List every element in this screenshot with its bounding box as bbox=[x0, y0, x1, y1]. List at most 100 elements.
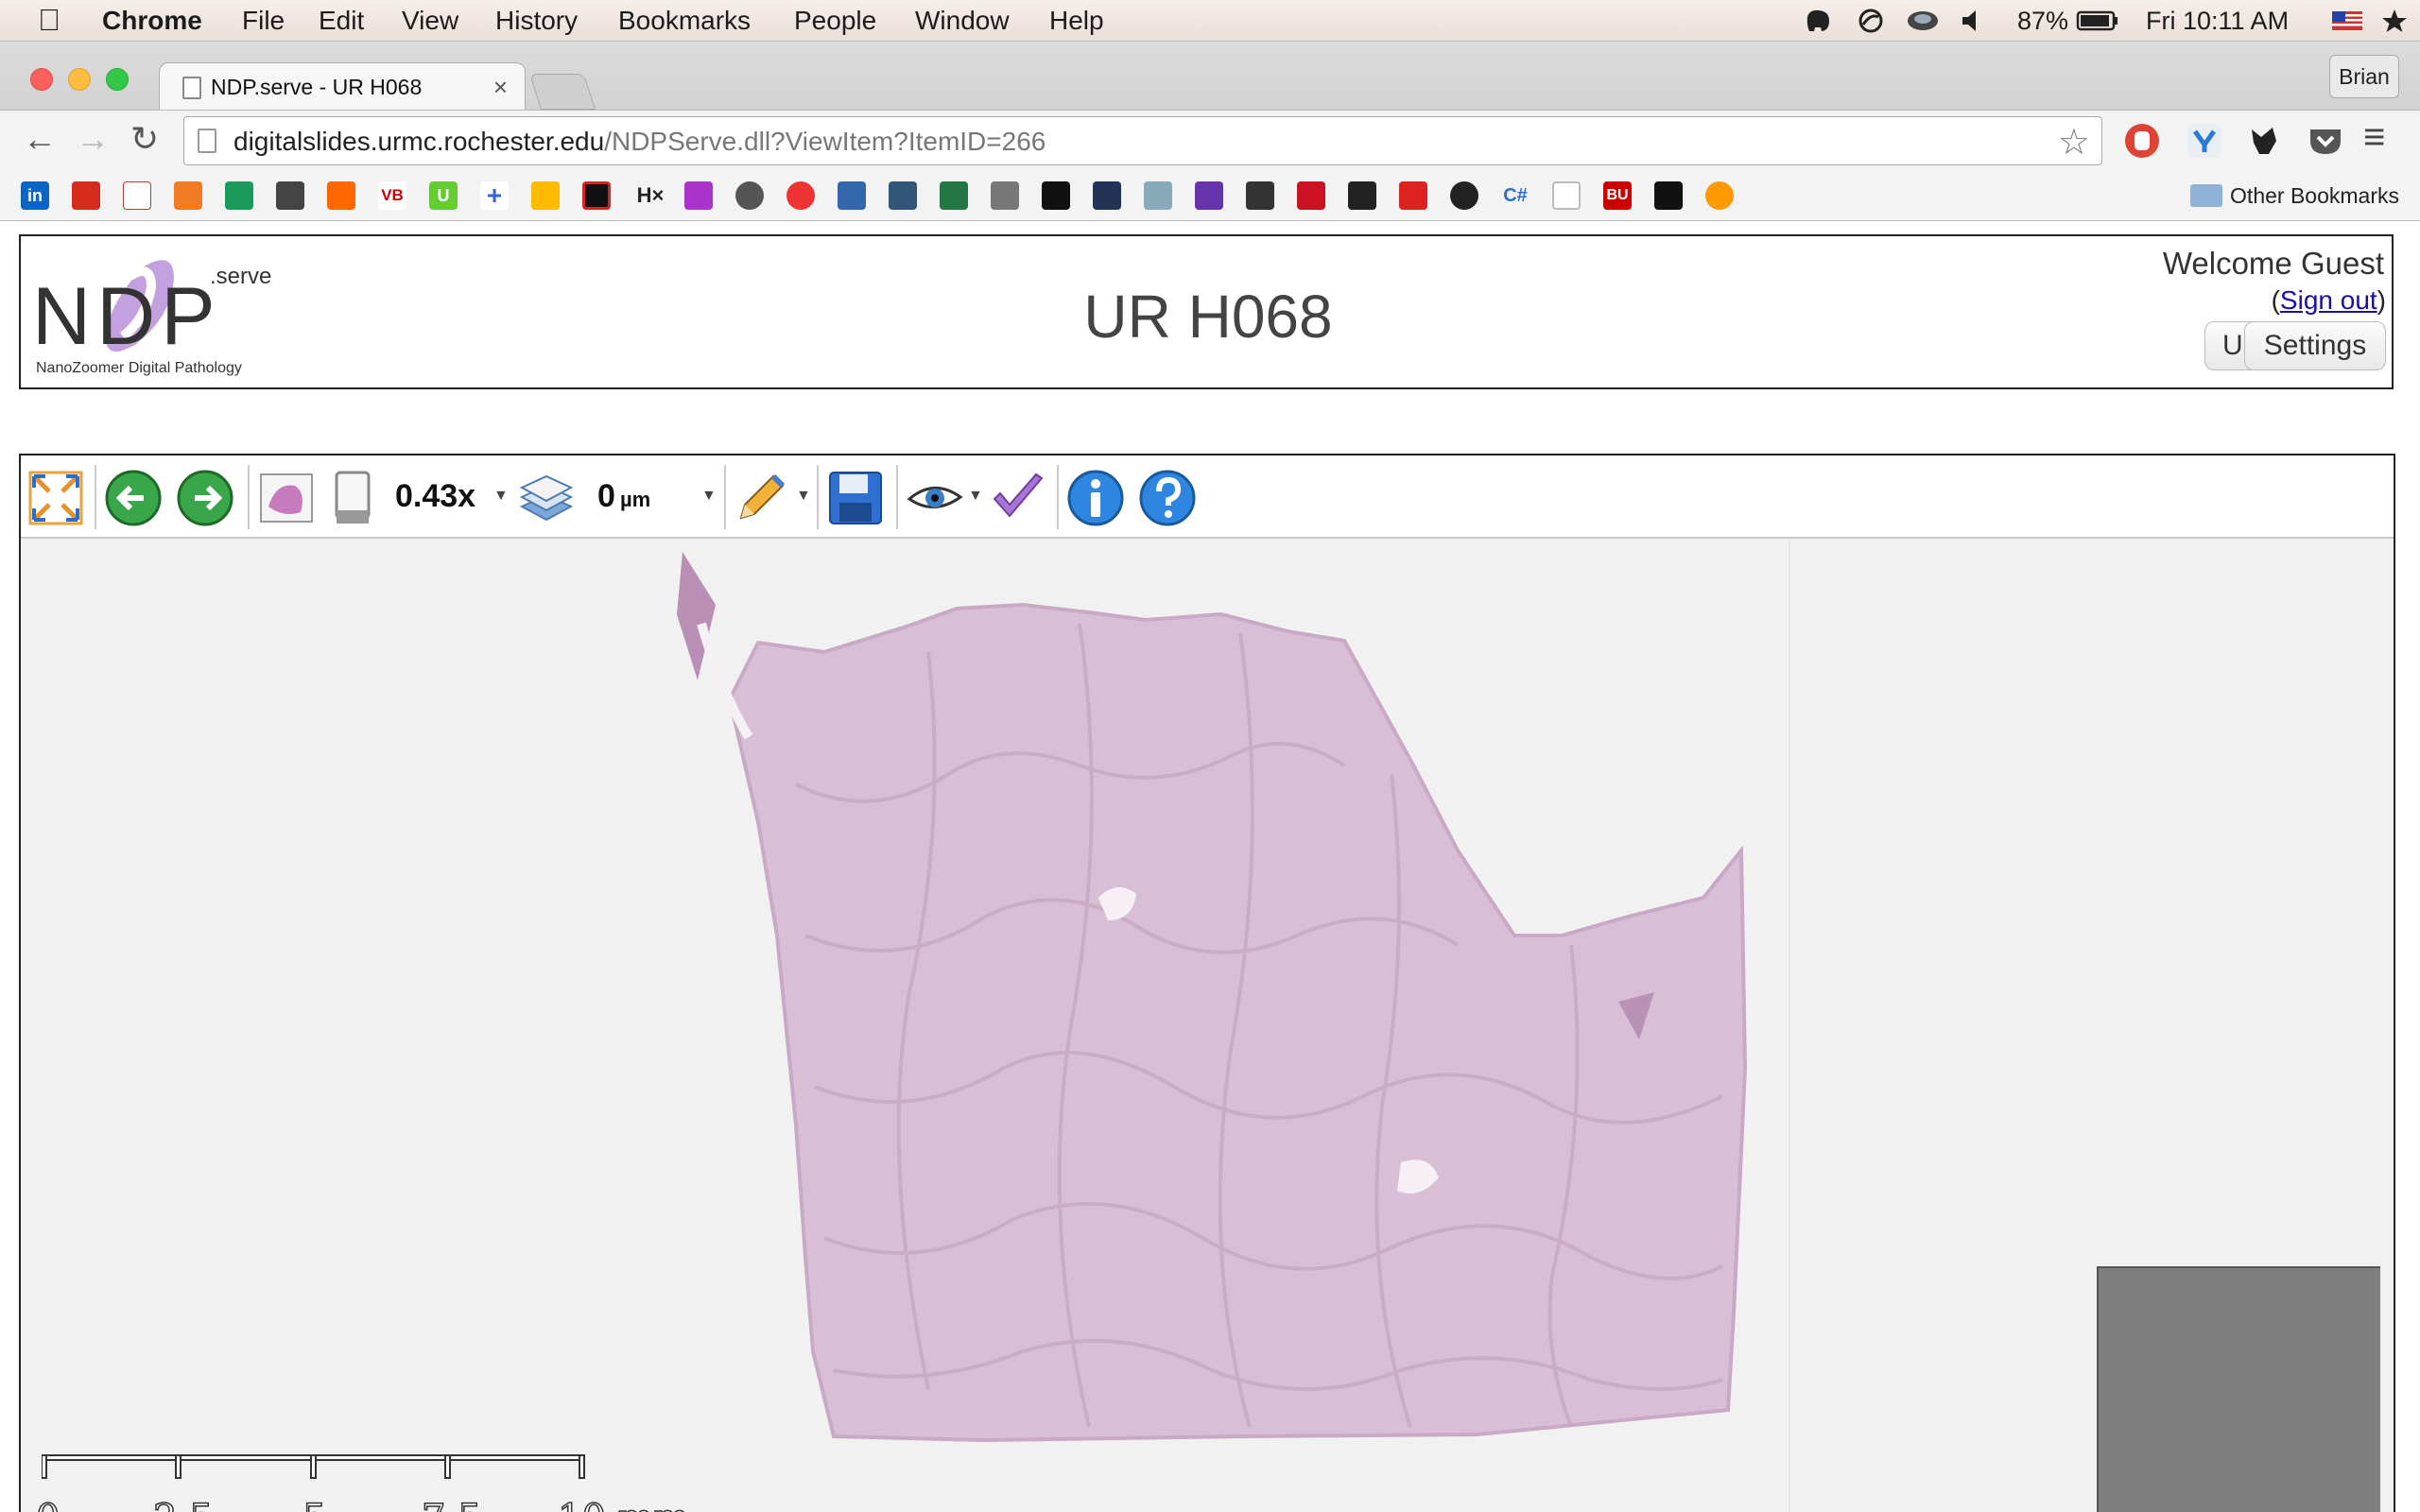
bookmark-hexagon-icon[interactable] bbox=[1705, 181, 1734, 210]
bookmark-it-icon[interactable] bbox=[1399, 181, 1427, 210]
checkmark-icon[interactable] bbox=[989, 469, 1047, 527]
annotate-dropdown-icon[interactable]: ▼ bbox=[796, 488, 811, 505]
address-bar[interactable]: digitalslides.urmc.rochester.edu/NDPServ… bbox=[183, 116, 2102, 165]
bookmark-dots-icon[interactable] bbox=[684, 181, 713, 210]
toolbar-separator bbox=[817, 465, 819, 529]
volume-icon[interactable] bbox=[1959, 8, 1987, 34]
bookmark-chart-icon[interactable] bbox=[1297, 181, 1325, 210]
forward-arrow-icon[interactable]: → bbox=[76, 122, 110, 156]
bookmark-red-icon[interactable] bbox=[72, 181, 100, 210]
save-disk-icon[interactable] bbox=[826, 469, 885, 527]
apple-menu-icon[interactable]:  bbox=[38, 3, 60, 38]
next-view-icon[interactable] bbox=[176, 469, 234, 527]
previous-view-icon[interactable] bbox=[104, 469, 163, 527]
menubar-clock[interactable]: Fri 10:11 AM bbox=[2146, 6, 2289, 36]
info-icon[interactable] bbox=[1066, 469, 1125, 527]
menu-file[interactable]: File bbox=[242, 6, 285, 36]
scale-label-7-5: 7.5 bbox=[421, 1496, 482, 1512]
other-bookmarks-folder[interactable]: Other Bookmarks bbox=[2190, 180, 2399, 212]
bookmark-database-icon[interactable] bbox=[838, 181, 866, 210]
bookmark-graph-icon[interactable] bbox=[1144, 181, 1172, 210]
menu-bookmarks[interactable]: Bookmarks bbox=[618, 6, 751, 36]
bookmark-pinwheel-icon[interactable] bbox=[531, 181, 560, 210]
annotate-pencil-icon[interactable] bbox=[732, 469, 790, 527]
bookmark-fire-icon[interactable] bbox=[1348, 181, 1376, 210]
page-info-icon[interactable] bbox=[198, 129, 216, 153]
back-arrow-icon[interactable]: ← bbox=[23, 122, 57, 156]
notification-star-icon[interactable] bbox=[2380, 8, 2409, 34]
y-extension-icon[interactable] bbox=[2184, 120, 2225, 162]
focus-dropdown-icon[interactable]: ▼ bbox=[701, 488, 717, 505]
help-icon[interactable] bbox=[1138, 469, 1197, 527]
tab-close-icon[interactable]: × bbox=[493, 73, 508, 102]
reload-icon[interactable]: ↻ bbox=[130, 122, 159, 156]
new-tab-button[interactable] bbox=[528, 74, 596, 110]
bookmark-g-icon[interactable] bbox=[174, 181, 202, 210]
evernote-elephant-icon[interactable] bbox=[1804, 8, 1832, 34]
adblock-extension-icon[interactable] bbox=[2121, 120, 2163, 162]
bookmark-square-icon[interactable] bbox=[582, 181, 611, 210]
zoom-dropdown-icon[interactable]: ▼ bbox=[493, 488, 509, 505]
bookmark-feather-icon[interactable] bbox=[1195, 181, 1223, 210]
slide-canvas[interactable]: 0 2.5 5 7.5 10 mm bbox=[21, 539, 2394, 1512]
close-window-button[interactable] bbox=[30, 68, 53, 91]
bookmark-u-icon[interactable]: U bbox=[429, 181, 458, 210]
menu-view[interactable]: View bbox=[402, 6, 458, 36]
zoom-level[interactable]: 0.43x bbox=[395, 478, 475, 515]
bookmark-linkedin-icon[interactable]: in bbox=[21, 181, 49, 210]
menu-help[interactable]: Help bbox=[1049, 6, 1104, 36]
profile-button[interactable]: Brian bbox=[2329, 55, 2399, 98]
bookmark-bowtie-icon[interactable] bbox=[1042, 181, 1070, 210]
folder-icon bbox=[2190, 184, 2223, 207]
bookmark-plus-icon[interactable]: + bbox=[480, 181, 509, 210]
bookmark-tomato-icon[interactable] bbox=[786, 181, 815, 210]
slide-label-icon[interactable] bbox=[323, 469, 382, 527]
sync-circle-icon[interactable] bbox=[1857, 8, 1885, 34]
bookmark-csharp-icon[interactable]: C# bbox=[1501, 181, 1530, 210]
bookmark-vb-icon[interactable]: VB bbox=[378, 181, 406, 210]
bookmark-bu-icon[interactable]: BU bbox=[1603, 181, 1632, 210]
settings-button[interactable]: Settings bbox=[2244, 321, 2386, 370]
us-flag-input-icon[interactable] bbox=[2331, 8, 2363, 34]
chrome-menu-icon[interactable]: ≡ bbox=[2363, 118, 2385, 156]
bookmark-news-icon[interactable] bbox=[276, 181, 304, 210]
menu-window[interactable]: Window bbox=[915, 6, 1010, 36]
tab-ndp-serve[interactable]: NDP.serve - UR H068 × bbox=[159, 62, 526, 112]
bookmark-hx-icon[interactable]: H× bbox=[631, 181, 669, 210]
bookmark-face-icon[interactable] bbox=[1450, 181, 1478, 210]
scale-label-2-5: 2.5 bbox=[152, 1496, 214, 1512]
pocket-extension-icon[interactable] bbox=[2305, 120, 2346, 162]
bookmark-bank-icon[interactable] bbox=[123, 181, 151, 210]
bookmark-press-icon[interactable] bbox=[735, 181, 764, 210]
address-url[interactable]: digitalslides.urmc.rochester.edu/NDPServ… bbox=[233, 127, 1046, 157]
battery-icon[interactable] bbox=[2076, 8, 2119, 34]
bookmark-w-icon[interactable] bbox=[940, 181, 968, 210]
overview-panel[interactable] bbox=[2097, 1266, 2380, 1512]
logo-tagline: NanoZoomer Digital Pathology bbox=[36, 360, 242, 376]
bookmark-cross-icon[interactable] bbox=[1654, 181, 1683, 210]
fit-to-window-icon[interactable] bbox=[26, 469, 85, 527]
bookmark-page-icon[interactable] bbox=[1552, 181, 1581, 210]
sign-out-link[interactable]: Sign out bbox=[2280, 285, 2377, 315]
menubar-app-icon[interactable] bbox=[1906, 8, 1940, 34]
menu-people[interactable]: People bbox=[794, 6, 876, 36]
bookmark-h-icon[interactable] bbox=[889, 181, 917, 210]
focus-layers-icon[interactable] bbox=[516, 469, 575, 527]
view-eye-icon[interactable] bbox=[906, 469, 964, 527]
zoom-window-button[interactable] bbox=[106, 68, 129, 91]
menu-edit[interactable]: Edit bbox=[319, 6, 364, 36]
fox-extension-icon[interactable] bbox=[2244, 120, 2286, 162]
bookmark-ycombinator-icon[interactable] bbox=[327, 181, 355, 210]
bookmark-stripes-icon[interactable] bbox=[991, 181, 1019, 210]
focus-value[interactable]: 0 bbox=[597, 478, 615, 515]
slide-thumbnail-icon[interactable] bbox=[257, 469, 316, 527]
minimize-window-button[interactable] bbox=[68, 68, 91, 91]
bookmark-octopus-icon[interactable] bbox=[1093, 181, 1121, 210]
menu-history[interactable]: History bbox=[495, 6, 578, 36]
menu-app-chrome[interactable]: Chrome bbox=[102, 6, 202, 36]
view-dropdown-icon[interactable]: ▼ bbox=[968, 488, 983, 505]
bookmark-star-icon[interactable]: ☆ bbox=[2058, 121, 2090, 163]
bookmark-slash-icon[interactable] bbox=[1246, 181, 1274, 210]
bookmark-m-icon[interactable] bbox=[225, 181, 253, 210]
other-bookmarks-label: Other Bookmarks bbox=[2230, 183, 2399, 208]
